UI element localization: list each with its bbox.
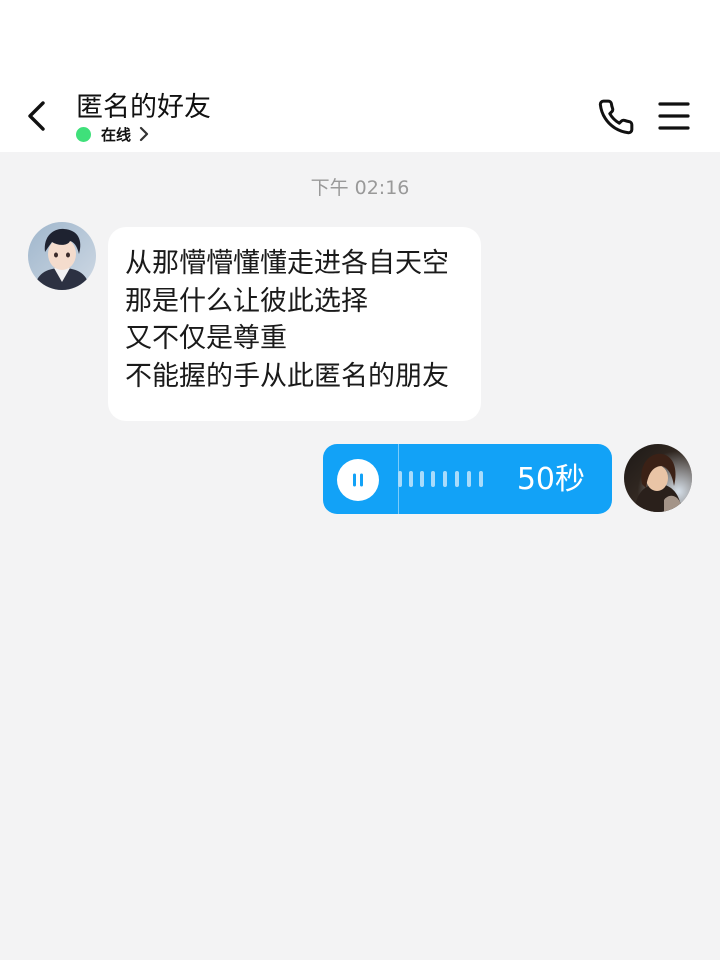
pause-button[interactable] [337,459,379,501]
message-line: 又不仅是尊重 [125,323,287,354]
online-dot [76,126,91,142]
contact-name[interactable]: 匿名的好友 [76,90,211,126]
pause-icon [353,473,363,487]
back-button[interactable] [20,96,56,136]
message-line: 那是什么让彼此选择 [125,285,368,317]
message-timestamp: 下午 02:16 [310,177,410,199]
voice-duration: 50秒 [516,462,585,497]
message-line: 不能握的手从此匿名的朋友 [125,360,449,392]
chat-header: 匿名的好友 在线 [0,0,720,152]
friend-avatar[interactable] [28,222,96,290]
waveform-icon[interactable] [398,469,498,489]
phone-icon[interactable] [597,98,635,136]
message-bubble-incoming[interactable]: 从那懵懵懂懂走进各自天空 那是什么让彼此选择 又不仅是尊重 不能握的手从此匿名的… [108,227,481,421]
chevron-left-icon [28,101,45,131]
message-line: 从那懵懵懂懂走进各自天空 [125,248,449,279]
online-status[interactable]: 在线 [76,123,149,145]
hamburger-menu-icon[interactable] [656,100,692,132]
chevron-right-icon [139,126,149,142]
status-label: 在线 [101,125,132,144]
my-avatar[interactable] [624,444,692,512]
voice-message-bubble[interactable]: 50秒 [323,444,612,514]
